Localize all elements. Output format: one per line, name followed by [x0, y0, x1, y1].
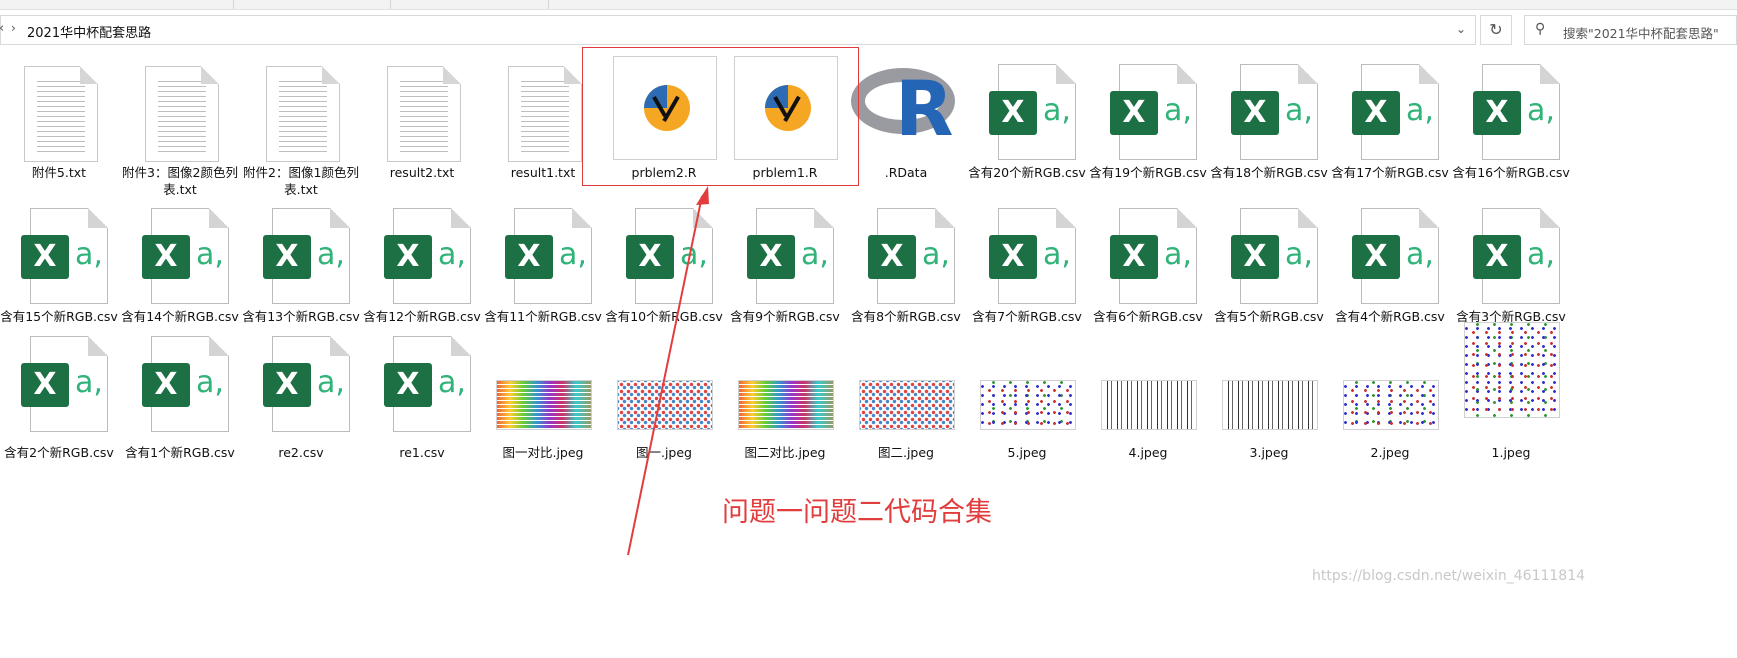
- watermark: https://blog.csdn.net/weixin_46111814: [1312, 568, 1586, 584]
- annotation-arrow: [627, 186, 709, 556]
- annotation-text: 问题一问题二代码合集: [722, 497, 992, 528]
